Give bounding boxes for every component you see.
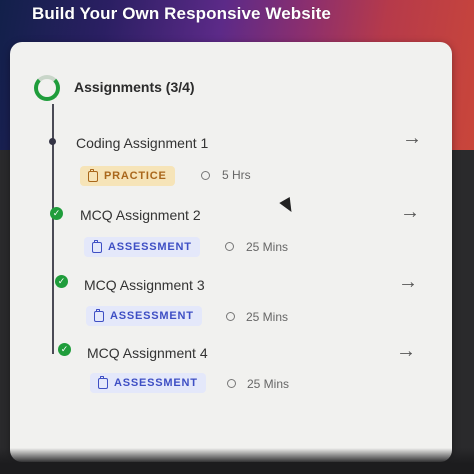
progress-ring-icon xyxy=(34,75,60,101)
practice-badge: PRACTICE xyxy=(80,166,175,186)
assignment-title[interactable]: MCQ Assignment 4 xyxy=(87,345,208,361)
clipboard-icon xyxy=(88,168,98,182)
assignment-title[interactable]: MCQ Assignment 2 xyxy=(80,207,201,223)
tag-label: ASSESSMENT xyxy=(110,310,194,322)
duration-text: 25 Mins xyxy=(246,310,289,324)
section-title: Assignments (3/4) xyxy=(74,79,195,95)
course-title: Build Your Own Responsive Website xyxy=(32,4,331,23)
assessment-badge: ASSESSMENT xyxy=(90,373,206,393)
check-circle-icon: ✓ xyxy=(50,207,63,220)
duration-text: 25 Mins xyxy=(246,240,289,254)
clock-icon xyxy=(225,242,234,251)
arrow-right-icon[interactable]: → xyxy=(402,127,422,150)
arrow-right-icon[interactable]: → xyxy=(398,271,418,294)
assessment-badge: ASSESSMENT xyxy=(84,237,200,257)
assignment-title[interactable]: MCQ Assignment 3 xyxy=(84,277,205,293)
clipboard-icon xyxy=(94,308,104,322)
arrow-right-icon[interactable]: → xyxy=(400,201,420,224)
duration-text: 25 Mins xyxy=(247,377,290,391)
clock-icon xyxy=(226,312,235,321)
clipboard-icon xyxy=(98,375,108,389)
assignment-title[interactable]: Coding Assignment 1 xyxy=(76,135,208,151)
timeline-dot-pending xyxy=(49,138,56,145)
tag-label: PRACTICE xyxy=(104,170,167,182)
screen-bezel xyxy=(0,448,474,474)
clock-icon xyxy=(201,171,210,180)
assessment-badge: ASSESSMENT xyxy=(86,306,202,326)
arrow-right-icon[interactable]: → xyxy=(396,340,416,363)
check-circle-icon: ✓ xyxy=(58,343,71,356)
check-circle-icon: ✓ xyxy=(55,275,68,288)
clock-icon xyxy=(227,379,236,388)
assignments-card xyxy=(10,42,452,462)
tag-label: ASSESSMENT xyxy=(114,377,198,389)
clipboard-icon xyxy=(92,239,102,253)
duration-text: 5 Hrs xyxy=(222,168,251,182)
tag-label: ASSESSMENT xyxy=(108,241,192,253)
